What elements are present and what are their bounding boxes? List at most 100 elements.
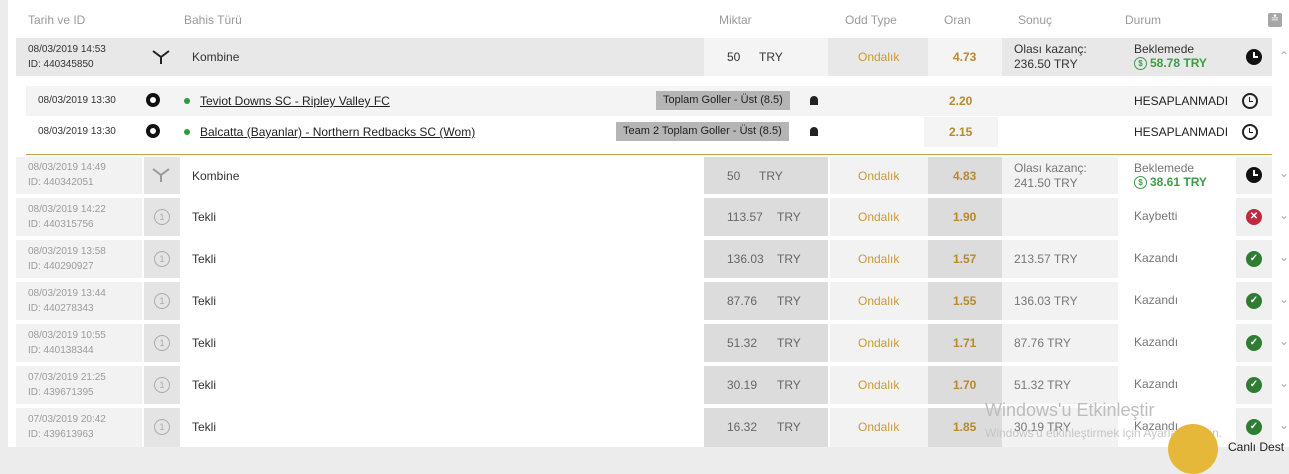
selection-row: 08/03/2019 13:30 Teviot Downs SC - Riple…: [26, 86, 1272, 116]
result-cell: 136.03 TRY: [1002, 282, 1118, 320]
bet-type: Tekli: [192, 336, 217, 350]
odd-type: Ondalık: [858, 420, 900, 434]
result-cell: Olası kazanç: 241.50 TRY: [1002, 157, 1118, 194]
date-cell: 08/03/2019 10:55 ID: 440138344: [16, 324, 142, 362]
status-icon-cell: [1236, 157, 1272, 194]
odd-type-cell: Ondalık: [830, 198, 928, 236]
amount-currency: TRY: [777, 294, 801, 308]
result-value: 87.76 TRY: [1014, 336, 1071, 350]
status-text: Beklemede: [1134, 42, 1195, 56]
chevron-down-icon[interactable]: ⌄: [1274, 240, 1289, 278]
amount-cell: 16.32 TRY: [704, 408, 828, 447]
date-cell: 07/03/2019 21:25 ID: 439671395: [16, 366, 142, 404]
bonus-amount: $38.61 TRY: [1134, 175, 1207, 189]
selection-odds: 2.20: [949, 94, 973, 108]
single-icon: 1: [144, 198, 180, 236]
result-cell: 213.57 TRY: [1002, 240, 1118, 278]
result-label: Olası kazanç:: [1014, 161, 1087, 175]
status-text: Beklemede: [1134, 161, 1195, 175]
live-chat-label[interactable]: Canlı Dest: [1228, 440, 1284, 454]
bet-row[interactable]: 08/03/2019 10:55 ID: 440138344 1 Tekli 51…: [16, 324, 1289, 362]
amount-currency: TRY: [777, 378, 801, 392]
bet-id: ID: 440345850: [28, 59, 94, 70]
amount-cell: 30.19 TRY: [704, 366, 828, 404]
bet-date: 08/03/2019 13:44: [28, 288, 106, 299]
header-odd-type: Odd Type: [845, 13, 897, 27]
single-icon: 1: [144, 282, 180, 320]
date-cell: 08/03/2019 14:49 ID: 440342051: [16, 157, 142, 194]
header-result: Sonuç: [1018, 13, 1053, 27]
amount-cell: 50 TRY: [704, 38, 828, 76]
chevron-down-icon[interactable]: ⌄: [1274, 198, 1289, 236]
chevron-down-icon[interactable]: ⌄: [1274, 324, 1289, 362]
amount-value: 30.19: [727, 378, 758, 392]
date-cell: 08/03/2019 14:53 ID: 440345850: [16, 38, 142, 76]
live-chat-icon[interactable]: [1168, 424, 1218, 474]
single-icon: 1: [144, 408, 180, 447]
chevron-down-icon[interactable]: ⌄: [1274, 366, 1289, 404]
match-link[interactable]: Balcatta (Bayanlar) - Northern Redbacks …: [200, 125, 475, 139]
status-icon-cell: ✓: [1236, 240, 1272, 278]
bet-date: 08/03/2019 13:58: [28, 246, 106, 257]
result-cell: Olası kazanç: 236.50 TRY: [1002, 38, 1118, 76]
odd-type-cell: Ondalık: [830, 324, 928, 362]
bet-id: ID: 440138344: [28, 345, 94, 356]
amount-value: 87.76: [727, 294, 758, 308]
amount-currency: TRY: [759, 169, 783, 183]
odd-type: Ondalık: [858, 336, 900, 350]
header-amount: Miktar: [719, 13, 752, 27]
result-value: 213.57 TRY: [1014, 252, 1078, 266]
odds-cell: 1.90: [928, 198, 1002, 236]
odds-value: 1.71: [953, 336, 977, 350]
dollar-coin-icon: $: [1134, 176, 1147, 189]
chevron-down-icon[interactable]: ⌄: [1274, 282, 1289, 320]
selection-status: HESAPLANMADI: [1134, 94, 1229, 108]
bet-history-panel: Tarih ve ID Bahis Türü Miktar Odd Type O…: [8, 0, 1289, 447]
football-icon: [146, 93, 160, 107]
bet-id: ID: 440290927: [28, 261, 94, 272]
odd-type: Ondalık: [858, 252, 900, 266]
chevron-up-icon[interactable]: ⌃: [1274, 38, 1289, 76]
status-cell: Kazandı: [1120, 282, 1236, 320]
amount-cell: 87.76 TRY: [704, 282, 828, 320]
amount-cell: 50 TRY: [704, 157, 828, 194]
clock-icon: [1246, 167, 1262, 183]
bet-date: 07/03/2019 21:25: [28, 372, 106, 383]
amount-value: 51.32: [727, 336, 758, 350]
bet-type: Tekli: [192, 420, 217, 434]
selection-date: 08/03/2019 13:30: [38, 95, 116, 106]
status-text: Kazandı: [1134, 251, 1179, 265]
single-icon: 1: [144, 324, 180, 362]
odds-value: 1.55: [953, 294, 977, 308]
bet-row[interactable]: 08/03/2019 13:44 ID: 440278343 1 Tekli 87…: [16, 282, 1289, 320]
status-text: Kaybetti: [1134, 209, 1178, 223]
bet-row[interactable]: 07/03/2019 21:25 ID: 439671395 1 Tekli 30…: [16, 366, 1289, 404]
bet-row[interactable]: 08/03/2019 14:53 ID: 440345850 Kombine 5…: [16, 38, 1289, 76]
bet-row[interactable]: 08/03/2019 14:22 ID: 440315756 1 Tekli 11…: [16, 198, 1289, 236]
odds-value: 1.70: [953, 378, 977, 392]
combo-icon: [144, 38, 180, 76]
odds-cell: 1.71: [928, 324, 1002, 362]
single-icon: 1: [144, 240, 180, 278]
clock-outline-icon: [1242, 124, 1258, 140]
selection-row: 08/03/2019 13:30 Balcatta (Bayanlar) - N…: [26, 117, 1272, 147]
header-odds: Oran: [944, 13, 971, 27]
bonus-value: 58.78 TRY: [1150, 56, 1207, 70]
result-value: 136.03 TRY: [1014, 294, 1078, 308]
result-cell: 87.76 TRY: [1002, 324, 1118, 362]
bet-date: 08/03/2019 14:22: [28, 204, 106, 215]
selection-odds-cell: 2.15: [924, 117, 998, 147]
bet-row[interactable]: 08/03/2019 13:58 ID: 440290927 1 Tekli 13…: [16, 240, 1289, 278]
selection-status: HESAPLANMADI: [1134, 125, 1229, 139]
date-cell: 08/03/2019 14:22 ID: 440315756: [16, 198, 142, 236]
amount-cell: 136.03 TRY: [704, 240, 828, 278]
bet-id: ID: 439613963: [28, 429, 94, 440]
odds-value: 1.85: [953, 420, 977, 434]
date-cell: 08/03/2019 13:44 ID: 440278343: [16, 282, 142, 320]
double-chevron-down-icon[interactable]: ≛: [1268, 13, 1282, 27]
odd-type-cell: Ondalık: [830, 282, 928, 320]
selection-odds-cell: 2.20: [924, 86, 998, 116]
match-link[interactable]: Teviot Downs SC - Ripley Valley FC: [200, 94, 390, 108]
chevron-down-icon[interactable]: ⌄: [1274, 157, 1289, 194]
bet-row[interactable]: 08/03/2019 14:49 ID: 440342051 Kombine 5…: [16, 157, 1289, 194]
